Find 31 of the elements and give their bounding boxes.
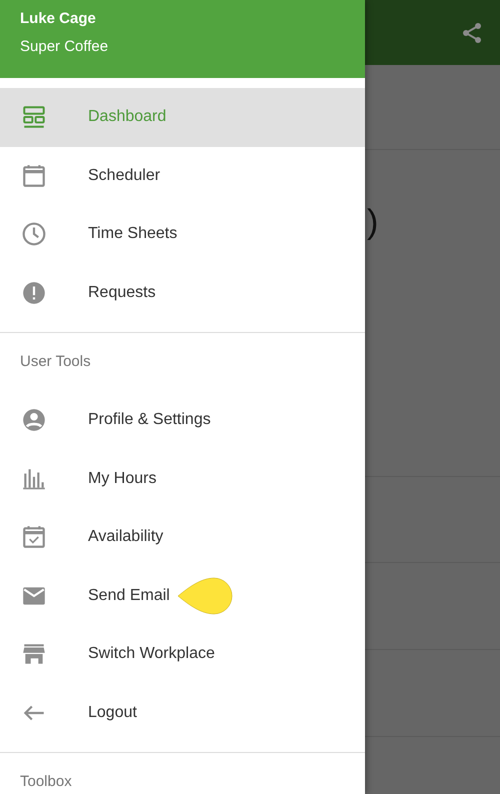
obscured-title-fragment: )	[367, 202, 378, 243]
dashboard-icon	[21, 104, 47, 130]
clock-icon	[21, 221, 47, 248]
menu-item[interactable]: Scheduler	[0, 146, 365, 205]
menu-item[interactable]: Send Email	[0, 566, 365, 625]
menu-item-label: Availability	[88, 527, 164, 548]
menu-item[interactable]: Requests	[0, 264, 365, 322]
section-heading: User Tools	[20, 352, 91, 372]
workplace-name: Super Coffee	[20, 37, 110, 57]
menu-item[interactable]: My Hours	[0, 450, 365, 508]
menu-item-label: My Hours	[88, 468, 156, 489]
user-name: Luke Cage	[20, 9, 97, 29]
calendar-icon	[21, 162, 47, 189]
alert-icon	[21, 280, 47, 306]
menu-item-label: Logout	[88, 702, 137, 723]
menu-item-label: Switch Workplace	[88, 644, 215, 664]
person-icon	[21, 407, 47, 434]
menu-item-label: Scheduler	[88, 166, 160, 186]
menu-item-label: Dashboard	[88, 107, 166, 128]
menu-item[interactable]: Switch Workplace	[0, 625, 365, 684]
menu-item[interactable]: Time Sheets	[0, 205, 365, 264]
menu-item[interactable]: Availability	[0, 508, 365, 566]
section-heading: Toolbox	[20, 772, 72, 792]
calendar-check-icon	[21, 524, 47, 550]
menu-item-label: Time Sheets	[88, 224, 178, 244]
menu-item-label: Send Email	[88, 586, 170, 606]
share-icon[interactable]	[460, 20, 484, 44]
menu-item-label: Profile & Settings	[88, 410, 211, 430]
menu-item[interactable]: Logout	[0, 684, 365, 742]
menu-item-label: Requests	[88, 282, 156, 303]
menu-item[interactable]: Profile & Settings	[0, 391, 365, 450]
